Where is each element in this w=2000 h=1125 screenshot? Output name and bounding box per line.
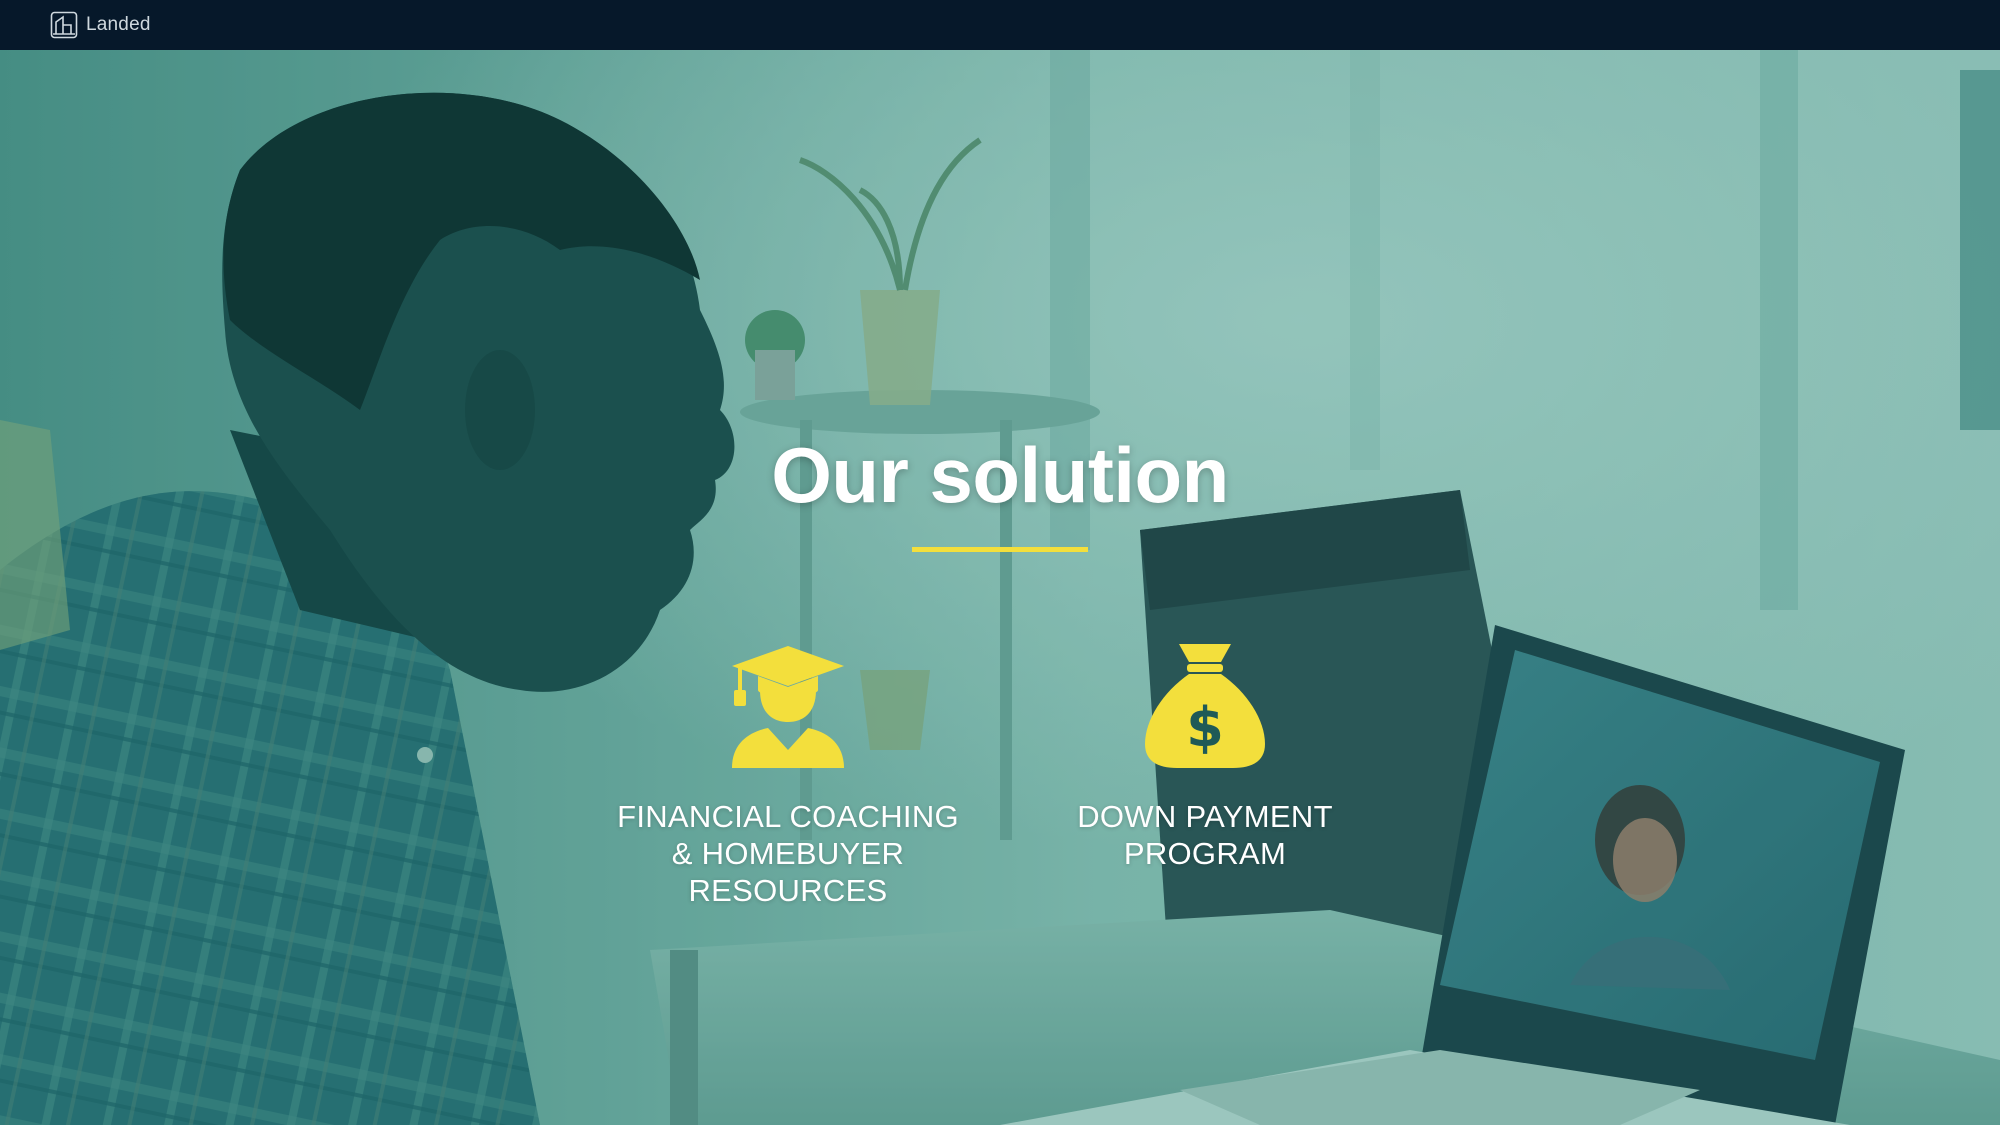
section-title: Our solution	[771, 431, 1229, 519]
feature-label-payment: DOWN PAYMENT PROGRAM	[1040, 798, 1370, 872]
feature-financial-coaching: FINANCIAL COACHING & HOMEBUYER RESOURCES	[600, 640, 976, 909]
solution-section: Our solution FINANCIAL COACHING & HOMEBU…	[0, 50, 2000, 1125]
svg-text:$: $	[1186, 696, 1224, 759]
top-bar: Landed	[0, 0, 2000, 50]
money-bag-dollar-icon: $	[1145, 644, 1265, 768]
slide-page: Landed Our solution FINANCIAL COACHING &…	[0, 0, 2000, 1125]
feature-label-line: PROGRAM	[1123, 836, 1287, 871]
graduate-icon	[732, 646, 844, 768]
feature-label-line: FINANCIAL COACHING	[617, 799, 959, 834]
feature-label-line: & HOMEBUYER	[671, 836, 905, 871]
feature-label-line: RESOURCES	[688, 873, 888, 908]
title-underline	[912, 547, 1088, 552]
feature-down-payment: $ DOWN PAYMENT PROGRAM	[1040, 640, 1370, 872]
feature-label-coaching: FINANCIAL COACHING & HOMEBUYER RESOURCES	[600, 798, 976, 909]
feature-label-line: DOWN PAYMENT	[1077, 799, 1333, 834]
brand-name: Landed	[86, 14, 151, 35]
house-outline-icon	[50, 11, 78, 39]
brand-logo[interactable]: Landed	[50, 11, 151, 39]
